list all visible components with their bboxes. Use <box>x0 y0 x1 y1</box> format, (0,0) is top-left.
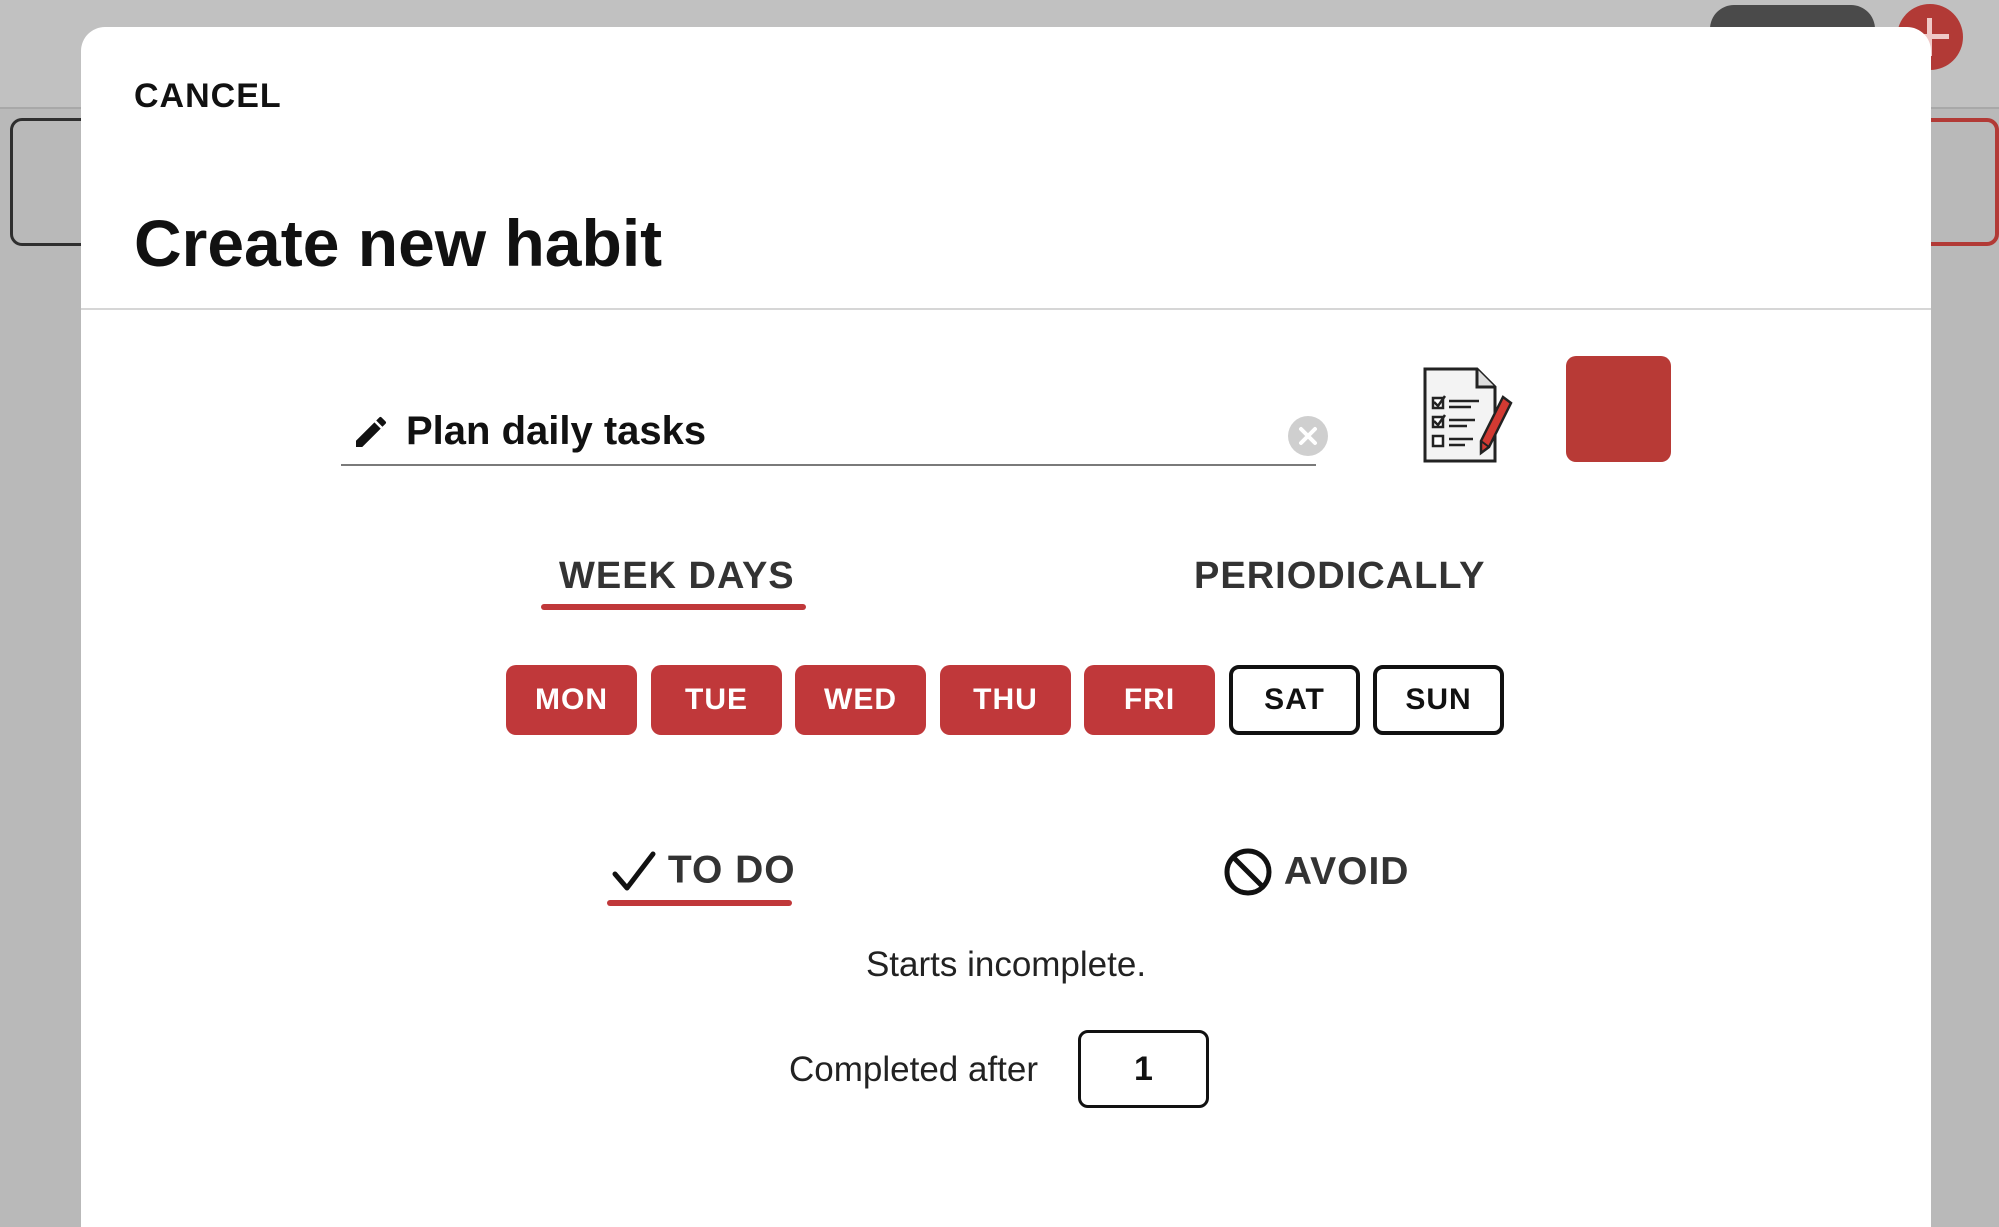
prohibited-icon <box>1224 848 1272 896</box>
page-title: Create new habit <box>134 206 663 280</box>
tab-periodically[interactable]: PERIODICALLY <box>1194 555 1485 598</box>
weekday-selector: MON TUE WED THU FRI SAT SUN <box>506 665 1606 737</box>
completed-after-label: Completed after <box>789 1050 1039 1089</box>
tab-to-do-label: TO DO <box>667 848 796 892</box>
close-icon <box>1299 427 1317 445</box>
create-habit-modal: CANCEL Create new habit WEEK DAYS PERI <box>81 27 1931 1227</box>
day-toggle-fri[interactable]: FRI <box>1084 665 1215 735</box>
day-toggle-wed[interactable]: WED <box>795 665 926 735</box>
clear-icon[interactable] <box>1288 416 1328 456</box>
completed-after-input[interactable] <box>1078 1030 1209 1108</box>
tab-to-do[interactable]: TO DO <box>611 847 796 894</box>
pencil-icon <box>356 416 387 447</box>
day-toggle-mon[interactable]: MON <box>506 665 637 735</box>
day-toggle-tue[interactable]: TUE <box>651 665 782 735</box>
day-toggle-sun[interactable]: SUN <box>1373 665 1504 735</box>
habit-color-swatch[interactable] <box>1566 356 1671 462</box>
tab-week-days[interactable]: WEEK DAYS <box>559 555 795 598</box>
starts-status-text: Starts incomplete. <box>865 945 1147 984</box>
checklist-pencil-icon[interactable] <box>1415 363 1515 467</box>
mode-selected-indicator <box>607 900 792 906</box>
day-toggle-sat[interactable]: SAT <box>1229 665 1360 735</box>
header-divider <box>81 308 1931 310</box>
habit-name-input[interactable] <box>406 404 1206 458</box>
day-toggle-thu[interactable]: THU <box>940 665 1071 735</box>
cancel-button[interactable]: CANCEL <box>134 77 282 116</box>
tab-selected-indicator <box>541 604 806 610</box>
checkmark-icon <box>612 851 656 891</box>
habit-name-field <box>341 376 1328 466</box>
tab-avoid-label: AVOID <box>1283 850 1410 893</box>
tab-avoid[interactable]: AVOID <box>1223 847 1409 897</box>
